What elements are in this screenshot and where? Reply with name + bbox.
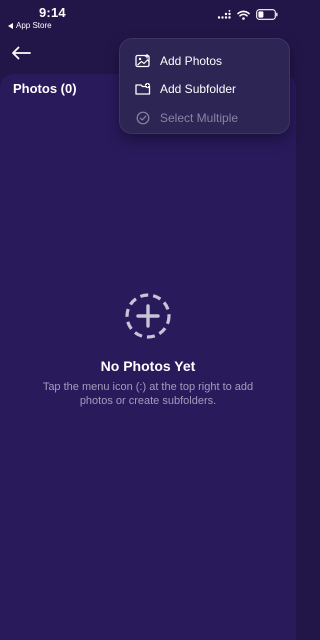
menu-item-label: Add Photos <box>160 54 223 68</box>
menu-item-add-photos[interactable]: Add Photos <box>120 47 289 75</box>
status-icons <box>217 9 278 20</box>
back-to-app-link[interactable]: App Store <box>8 21 52 30</box>
options-menu: Add Photos Add Subfolder Select Multiple <box>119 38 290 134</box>
photo-add-icon <box>135 53 151 69</box>
photos-panel <box>0 74 296 640</box>
wifi-icon <box>237 10 250 20</box>
back-button[interactable] <box>8 40 34 66</box>
arrow-left-icon <box>12 46 31 60</box>
menu-item-select-multiple[interactable]: Select Multiple <box>120 104 289 132</box>
back-triangle-icon <box>8 22 13 29</box>
empty-state-title: No Photos Yet <box>100 358 196 374</box>
menu-item-label: Add Subfolder <box>160 82 237 96</box>
cellular-signal-icon <box>217 10 231 19</box>
battery-icon <box>256 9 278 20</box>
empty-state-description: Tap the menu icon (:) at the top right t… <box>42 381 254 407</box>
status-time: 9:14 <box>39 5 66 20</box>
menu-item-add-subfolder[interactable]: Add Subfolder <box>120 75 289 103</box>
dashed-circle-plus-icon <box>125 293 171 339</box>
folder-add-icon <box>135 81 151 97</box>
photos-count-title: Photos (0) <box>13 81 77 96</box>
menu-item-label: Select Multiple <box>160 111 239 125</box>
status-bar: 9:14 App Store <box>0 0 296 36</box>
back-to-app-label: App Store <box>16 21 52 30</box>
check-circle-icon <box>135 110 151 126</box>
